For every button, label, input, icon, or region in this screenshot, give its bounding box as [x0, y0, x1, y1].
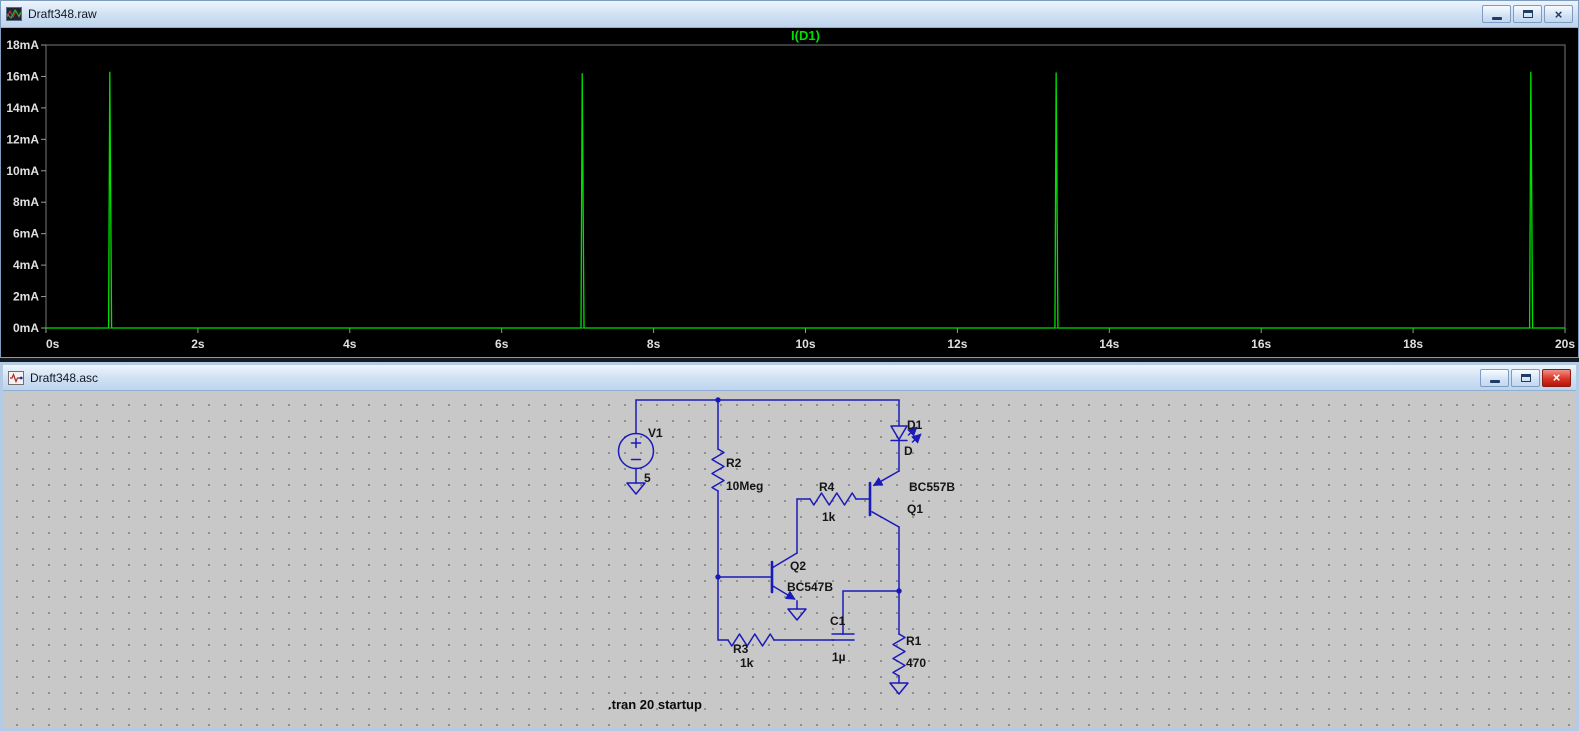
label-R3-value[interactable]: 1k: [740, 656, 754, 670]
ground-symbol[interactable]: [889, 682, 909, 695]
x-tick-label: 12s: [947, 337, 967, 351]
y-tick-label: 18mA: [6, 38, 39, 52]
y-tick-label: 12mA: [6, 132, 39, 146]
minimize-button[interactable]: [1482, 5, 1511, 23]
led-emission-arrow: [911, 433, 922, 444]
label-D1-value[interactable]: D: [904, 444, 913, 458]
waveform-window-title: Draft348.raw: [28, 7, 97, 21]
schematic-window-titlebar[interactable]: Draft348.asc ×: [3, 365, 1576, 391]
x-tick-label: 10s: [795, 337, 815, 351]
schematic-file-icon[interactable]: [8, 370, 24, 386]
maximize-button[interactable]: [1511, 368, 1540, 387]
schematic-drawing[interactable]: V1 5 R2 10Meg D1 D BC557B Q1 R4 1k Q2 BC…: [3, 391, 1576, 728]
close-button[interactable]: ×: [1542, 368, 1571, 387]
label-Q2-designator[interactable]: Q2: [790, 559, 806, 573]
minimize-button[interactable]: [1480, 368, 1509, 387]
y-tick-label: 10mA: [6, 164, 39, 178]
schematic-window: Draft348.asc × V1 5 R2 10Meg D1 D BC557B…: [0, 362, 1579, 731]
x-tick-label: 8s: [647, 337, 661, 351]
spice-directive[interactable]: .tran 20 startup: [608, 697, 702, 712]
y-tick-label: 6mA: [13, 227, 39, 241]
waveform-window: Draft348.raw × 18mA 16mA 14mA 12mA 10mA 8mA 6m…: [0, 0, 1579, 358]
close-button[interactable]: ×: [1544, 5, 1573, 23]
label-D1-designator[interactable]: D1: [907, 418, 923, 432]
y-tick-label: 2mA: [13, 290, 39, 304]
schematic-window-title: Draft348.asc: [30, 370, 99, 385]
trace-I-D1: [46, 71, 1565, 329]
ground-symbol[interactable]: [626, 482, 646, 495]
x-tick-label: 14s: [1099, 337, 1119, 351]
x-tick-label: 20s: [1555, 337, 1575, 351]
x-tick-label: 16s: [1251, 337, 1271, 351]
plot-border: [45, 44, 1566, 329]
junction-dot: [896, 588, 902, 594]
ground-symbol[interactable]: [787, 608, 807, 621]
component-R4-resistor[interactable]: [809, 492, 857, 506]
schematic-canvas[interactable]: V1 5 R2 10Meg D1 D BC557B Q1 R4 1k Q2 BC…: [3, 391, 1576, 728]
waveform-plot-area[interactable]: 18mA 16mA 14mA 12mA 10mA 8mA 6mA 4mA 2mA 0mA 0s 2s 4…: [1, 28, 1578, 357]
minimize-icon: [1489, 380, 1500, 383]
maximize-icon: [1522, 10, 1533, 18]
label-V1-value[interactable]: 5: [644, 471, 651, 485]
waveform-window-controls: ×: [1482, 5, 1573, 23]
label-Q1-value[interactable]: BC557B: [909, 480, 955, 494]
wires[interactable]: [635, 399, 900, 684]
label-R4-designator[interactable]: R4: [819, 480, 835, 494]
minimize-icon: [1491, 16, 1502, 20]
label-R1-value[interactable]: 470: [906, 656, 926, 670]
component-R2-resistor[interactable]: [711, 448, 725, 492]
schematic-window-controls: ×: [1480, 368, 1571, 387]
junction-dot: [715, 397, 721, 403]
close-icon: ×: [1554, 6, 1563, 22]
label-Q2-value[interactable]: BC547B: [787, 580, 833, 594]
component-R1-resistor[interactable]: [892, 633, 906, 677]
x-tick-label: 2s: [191, 337, 205, 351]
component-C1-capacitor[interactable]: [831, 633, 855, 641]
label-R1-designator[interactable]: R1: [906, 634, 922, 648]
maximize-icon: [1520, 373, 1531, 382]
label-C1-designator[interactable]: C1: [830, 614, 846, 628]
y-tick-label: 4mA: [13, 258, 39, 272]
y-tick-label: 14mA: [6, 101, 39, 115]
label-R4-value[interactable]: 1k: [822, 510, 836, 524]
close-icon: ×: [1552, 370, 1561, 385]
x-tick-label: 18s: [1403, 337, 1423, 351]
x-tick-label: 0s: [46, 337, 60, 351]
x-tick-label: 6s: [495, 337, 509, 351]
x-tick-label: 4s: [343, 337, 357, 351]
junction-dot: [715, 574, 721, 580]
waveform-file-icon[interactable]: [6, 6, 22, 22]
label-R2-value[interactable]: 10Meg: [726, 479, 763, 493]
label-V1-designator[interactable]: V1: [648, 426, 663, 440]
label-R2-designator[interactable]: R2: [726, 456, 742, 470]
trace-legend-label[interactable]: I(D1): [791, 28, 820, 43]
label-R3-designator[interactable]: R3: [733, 642, 749, 656]
label-C1-value[interactable]: 1µ: [832, 650, 846, 664]
maximize-button[interactable]: [1513, 5, 1542, 23]
y-tick-label: 16mA: [6, 69, 39, 83]
waveform-window-titlebar[interactable]: Draft348.raw ×: [1, 1, 1578, 28]
component-Q1-pnp-transistor[interactable]: [868, 470, 900, 528]
y-tick-label: 0mA: [13, 321, 39, 335]
label-Q1-designator[interactable]: Q1: [907, 502, 923, 516]
y-tick-label: 8mA: [13, 195, 39, 209]
